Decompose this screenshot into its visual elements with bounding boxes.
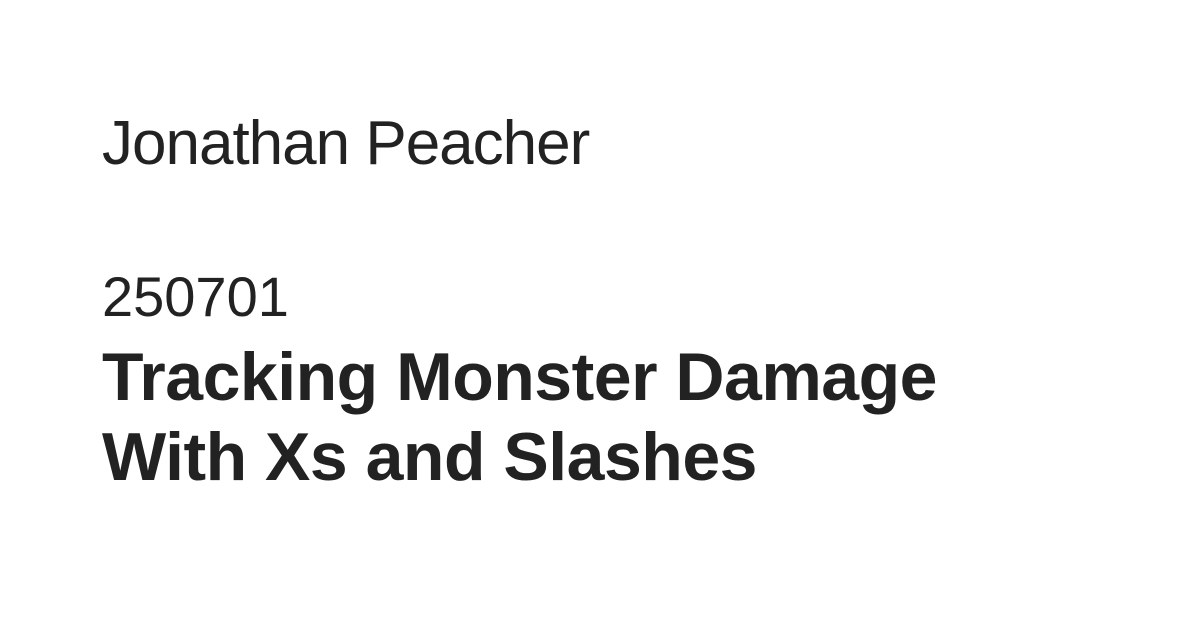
author-name: Jonathan Peacher — [102, 109, 590, 178]
post-title: Tracking Monster Damage With Xs and Slas… — [102, 337, 1102, 497]
post-title-line: Tracking Monster Damage — [102, 339, 937, 415]
post-title-line: With Xs and Slashes — [102, 419, 757, 495]
social-card: Jonathan Peacher 250701 Tracking Monster… — [0, 0, 1200, 630]
post-id: 250701 — [102, 265, 289, 328]
